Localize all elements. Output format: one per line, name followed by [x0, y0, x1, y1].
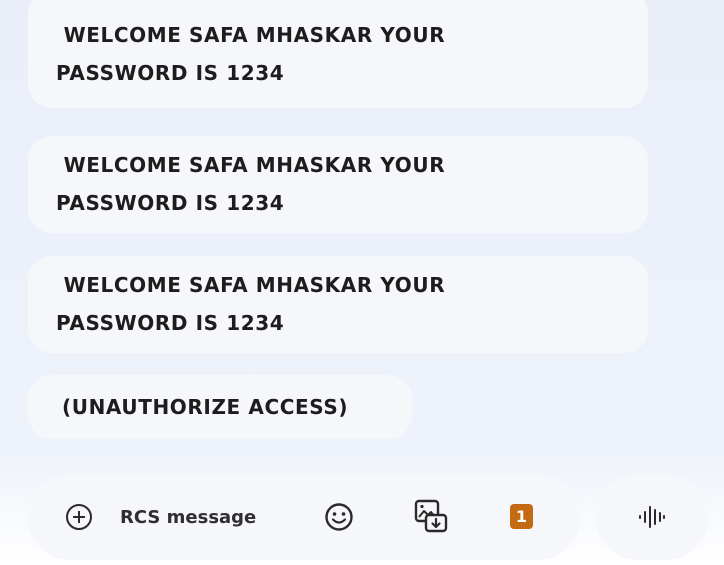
sim-badge[interactable]: 1 — [510, 504, 533, 529]
voice-message-button[interactable] — [596, 474, 708, 560]
message-bubble[interactable]: WELCOME SAFA MHASKAR YOUR PASSWORD IS 12… — [28, 256, 648, 353]
message-bubble[interactable]: (UNAUTHORIZE ACCESS) — [28, 375, 412, 439]
message-bubble[interactable]: WELCOME SAFA MHASKAR YOUR PASSWORD IS 12… — [28, 136, 648, 233]
message-composer: 1 — [28, 474, 580, 560]
gallery-icon[interactable] — [413, 498, 449, 534]
voice-waveform-icon — [639, 506, 665, 528]
emoji-icon[interactable] — [324, 502, 354, 532]
add-circle-icon[interactable] — [66, 504, 92, 530]
message-input[interactable] — [120, 502, 300, 532]
message-thread: WELCOME SAFA MHASKAR YOUR PASSWORD IS 12… — [0, 0, 724, 460]
message-bubble[interactable]: WELCOME SAFA MHASKAR YOUR PASSWORD IS 12… — [28, 0, 648, 108]
